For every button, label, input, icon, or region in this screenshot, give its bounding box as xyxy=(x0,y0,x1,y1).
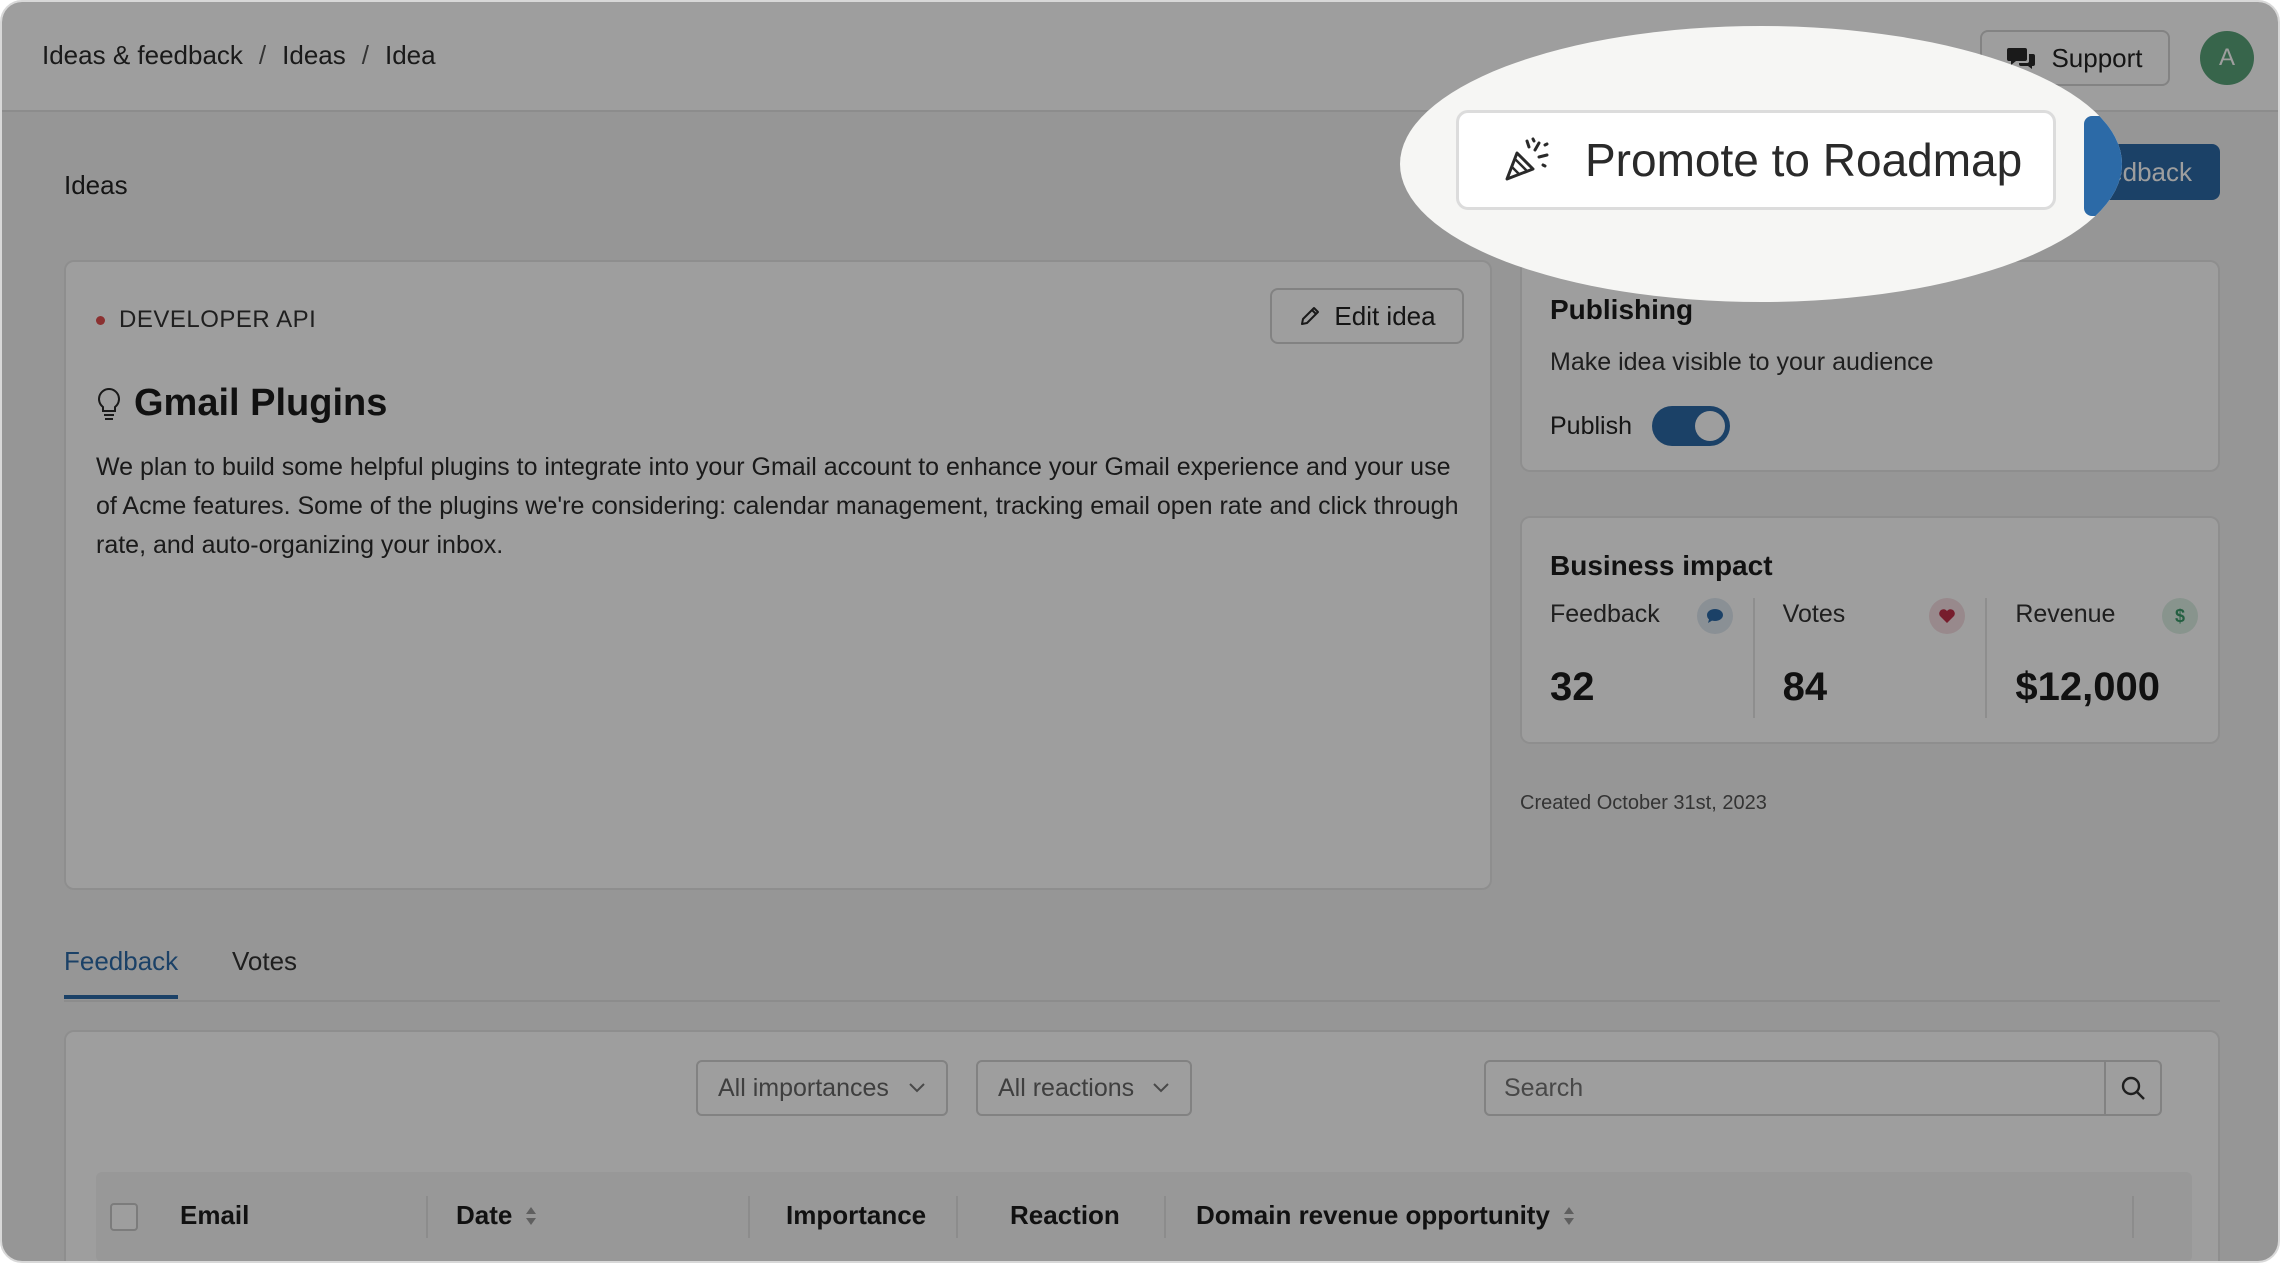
reactions-filter[interactable]: All reactions xyxy=(976,1060,1192,1116)
created-date: Created October 31st, 2023 xyxy=(1520,792,1767,814)
metric-revenue: Revenue $ $12,000 xyxy=(1985,598,2218,718)
sort-icon xyxy=(1563,1206,1574,1225)
reactions-filter-label: All reactions xyxy=(998,1073,1135,1102)
chevron-down-icon xyxy=(1153,1083,1169,1093)
breadcrumb-ideas-feedback[interactable]: Ideas & feedback xyxy=(42,40,243,71)
col-email[interactable]: Email xyxy=(180,1200,249,1231)
metric-feedback: Feedback 32 xyxy=(1522,598,1753,718)
tag-label: DEVELOPER API xyxy=(119,306,317,333)
col-reaction[interactable]: Reaction xyxy=(1010,1200,1120,1231)
tag-dot xyxy=(96,315,105,325)
col-revenue[interactable]: Domain revenue opportunity xyxy=(1196,1200,1576,1231)
pencil-icon xyxy=(1301,307,1320,325)
col-revenue-label: Domain revenue opportunity xyxy=(1196,1200,1550,1230)
dollar-icon: $ xyxy=(2162,598,2199,634)
chat-icon xyxy=(1696,598,1733,634)
business-impact-card: Business impact Feedback 32 Votes 84 Rev… xyxy=(1520,516,2220,744)
breadcrumb-ideas[interactable]: Ideas xyxy=(282,40,346,71)
impact-metrics: Feedback 32 Votes 84 Revenue $ $12,000 xyxy=(1522,598,2218,718)
app-window: Ideas & feedback / Ideas / Idea Support … xyxy=(0,0,2280,1263)
lightbulb-icon xyxy=(98,387,120,420)
new-feedback-button-edge xyxy=(2084,116,2122,216)
chevron-down-icon xyxy=(909,1083,925,1093)
breadcrumb-separator: / xyxy=(258,40,267,70)
col-divider xyxy=(748,1196,750,1238)
metric-votes: Votes 84 xyxy=(1752,598,1986,718)
idea-card: DEVELOPER API Edit idea Gmail Plugins We… xyxy=(64,260,1492,890)
party-popper-icon xyxy=(1505,137,1549,181)
breadcrumb-separator: / xyxy=(361,40,369,70)
publish-row: Publish xyxy=(1550,406,1730,446)
feedback-table-card: All importances All reactions Email Date… xyxy=(64,1030,2220,1261)
publish-toggle[interactable] xyxy=(1652,406,1730,446)
metric-revenue-value: $12,000 xyxy=(2015,665,2160,709)
idea-tag: DEVELOPER API xyxy=(96,306,316,334)
search-icon xyxy=(2121,1076,2145,1100)
business-impact-title: Business impact xyxy=(1550,550,1773,581)
select-all-checkbox[interactable] xyxy=(110,1203,138,1231)
avatar[interactable]: A xyxy=(2200,31,2254,85)
tab-votes[interactable]: Votes xyxy=(232,946,297,995)
col-date[interactable]: Date xyxy=(456,1200,538,1231)
toggle-knob xyxy=(1695,411,1725,441)
search-input[interactable] xyxy=(1486,1062,2104,1114)
metric-feedback-value: 32 xyxy=(1550,665,1595,709)
col-divider xyxy=(426,1196,428,1238)
importance-filter-label: All importances xyxy=(718,1073,889,1102)
idea-title: Gmail Plugins xyxy=(96,382,387,425)
promote-to-roadmap-button[interactable]: Promote to Roadmap xyxy=(1456,110,2056,210)
importance-filter[interactable]: All importances xyxy=(696,1060,948,1116)
publish-label: Publish xyxy=(1550,411,1632,440)
promote-label: Promote to Roadmap xyxy=(1585,134,2023,186)
col-divider xyxy=(2132,1196,2134,1238)
edit-idea-label: Edit idea xyxy=(1334,300,1436,331)
page-title: Ideas xyxy=(64,170,128,200)
tab-bar: Feedback Votes xyxy=(64,942,2220,1002)
idea-title-text: Gmail Plugins xyxy=(134,382,388,424)
breadcrumb-idea: Idea xyxy=(385,40,436,70)
idea-description: We plan to build some helpful plugins to… xyxy=(96,453,1459,559)
spotlight: Promote to Roadmap xyxy=(1400,26,2122,302)
sort-icon xyxy=(526,1206,537,1225)
metric-votes-value: 84 xyxy=(1782,665,1828,709)
col-divider xyxy=(1164,1196,1166,1238)
table-header: Email Date Importance Reaction Domain re… xyxy=(96,1172,2192,1261)
col-divider xyxy=(956,1196,958,1238)
col-date-label: Date xyxy=(456,1200,513,1230)
tab-feedback[interactable]: Feedback xyxy=(64,946,179,999)
search-button[interactable] xyxy=(2104,1062,2160,1114)
edit-idea-button[interactable]: Edit idea xyxy=(1270,288,1464,344)
col-importance[interactable]: Importance xyxy=(786,1200,926,1231)
publishing-subtitle: Make idea visible to your audience xyxy=(1550,348,1934,376)
support-label: Support xyxy=(2051,42,2143,73)
breadcrumb: Ideas & feedback / Ideas / Idea xyxy=(42,40,436,71)
search-box xyxy=(1484,1060,2162,1116)
publishing-title: Publishing xyxy=(1550,294,1694,325)
